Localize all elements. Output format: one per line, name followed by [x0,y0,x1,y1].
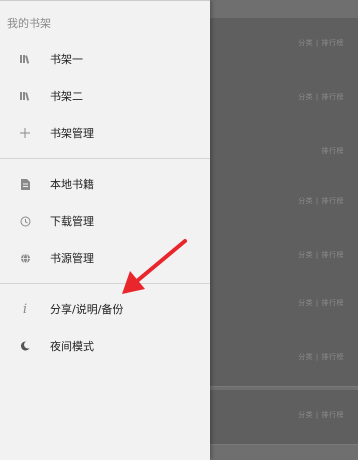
plus-icon [0,128,50,138]
info-icon: i [22,301,28,317]
navigation-drawer: 我的书架 书架一 书架二 书架管理 本地书籍 下载管理 书源管理 i 分享/说明… [0,0,210,460]
drawer-item-label: 分享/说明/备份 [50,303,124,316]
list-item: 分类 | 排行榜 [210,176,358,231]
list-item: 排行榜 [210,126,358,181]
drawer-item-label: 本地书籍 [50,178,94,191]
list-item-text: 分类 | 排行榜 [298,299,344,307]
list-item-text: 分类 | 排行榜 [298,353,344,361]
drawer-item-night-mode[interactable]: 夜间模式 [0,328,210,364]
drawer-item-label: 书源管理 [50,252,94,265]
list-item: 分类 | 排行榜 [210,230,358,285]
drawer-item-label: 书架二 [50,90,83,103]
drawer-item-share-help-backup[interactable]: i 分享/说明/备份 [0,291,210,327]
divider [0,158,210,159]
divider [0,283,210,284]
drawer-item-bookshelf-manage[interactable]: 书架管理 [0,115,210,151]
list-item: 分类 | 排行榜 [210,332,358,387]
list-item: 分类 | 排行榜 [210,18,358,73]
history-icon [0,216,50,227]
drawer-item-label: 夜间模式 [50,340,94,353]
list-item-text: 分类 | 排行榜 [298,251,344,259]
drawer-item-label: 书架管理 [50,127,94,140]
drawer-item-source-manage[interactable]: 书源管理 [0,240,210,276]
document-icon [0,178,50,190]
list-item: 分类 | 排行榜 [210,72,358,127]
books-icon [0,91,50,101]
drawer-item-bookshelf-2[interactable]: 书架二 [0,78,210,114]
drawer-item-bookshelf-1[interactable]: 书架一 [0,41,210,77]
drawer-header: 我的书架 [7,17,51,30]
list-item-text: 分类 | 排行榜 [298,39,344,47]
list-item-text: 分类 | 排行榜 [298,411,344,419]
list-item-text: 分类 | 排行榜 [298,93,344,101]
globe-icon [0,253,50,264]
drawer-item-label: 书架一 [50,53,83,66]
drawer-top-border [0,0,210,1]
list-item: 分类 | 排行榜 [210,390,358,445]
list-item-text: 排行榜 [321,147,344,155]
drawer-item-local-books[interactable]: 本地书籍 [0,166,210,202]
drawer-item-download-manage[interactable]: 下载管理 [0,203,210,239]
moon-icon [0,341,50,351]
list-item-text: 分类 | 排行榜 [298,197,344,205]
list-item: 分类 | 排行榜 [210,278,358,333]
books-icon [0,54,50,64]
drawer-item-label: 下载管理 [50,215,94,228]
